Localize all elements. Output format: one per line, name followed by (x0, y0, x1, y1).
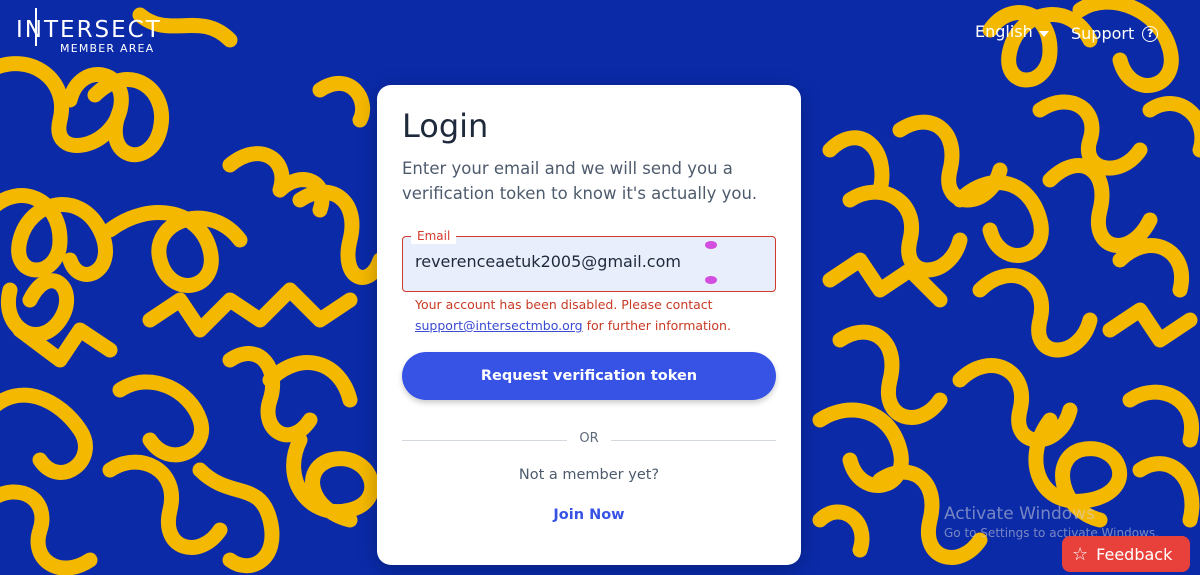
intersect-logo[interactable]: INTERSECT MEMBER AREA (16, 8, 162, 55)
language-selector[interactable]: English (975, 22, 1049, 41)
join-now-link[interactable]: Join Now (377, 507, 801, 523)
divider-line-right (611, 440, 776, 441)
support-email-link[interactable]: support@intersectmbo.org (415, 318, 583, 333)
windows-activation-watermark: Activate Windows Go to Settings to activ… (944, 504, 1159, 540)
feedback-button[interactable]: ☆ Feedback (1062, 536, 1190, 572)
text-selection-handle-top[interactable] (705, 241, 717, 249)
email-field[interactable]: Email (402, 228, 776, 292)
text-selection-handle-bottom[interactable] (705, 276, 717, 284)
logo-mark (35, 8, 37, 46)
chevron-down-icon (1038, 30, 1049, 37)
support-link[interactable]: Support ? (1071, 24, 1159, 43)
error-text-before: Your account has been disabled. Please c… (415, 297, 713, 312)
feedback-label: Feedback (1096, 544, 1173, 564)
email-input[interactable] (415, 252, 755, 271)
error-message: Your account has been disabled. Please c… (415, 294, 775, 336)
star-icon: ☆ (1072, 543, 1089, 565)
watermark-title: Activate Windows (944, 504, 1095, 524)
divider-text: OR (579, 431, 599, 446)
help-circle-icon: ? (1142, 25, 1159, 42)
logo-subtitle: MEMBER AREA (60, 42, 155, 55)
login-card: Login Enter your email and we will send … (377, 85, 801, 565)
page-title: Login (402, 107, 489, 145)
logo-title: INTERSECT (16, 17, 162, 43)
not-member-text: Not a member yet? (518, 467, 660, 483)
language-label: English (975, 22, 1033, 41)
login-subtitle: Enter your email and we will send you a … (402, 159, 758, 203)
or-divider: OR (402, 431, 776, 451)
support-label: Support (1071, 24, 1135, 43)
request-token-button[interactable]: Request verification token (402, 352, 776, 400)
error-text-after: for further information. (582, 318, 731, 333)
email-label: Email (411, 228, 457, 244)
